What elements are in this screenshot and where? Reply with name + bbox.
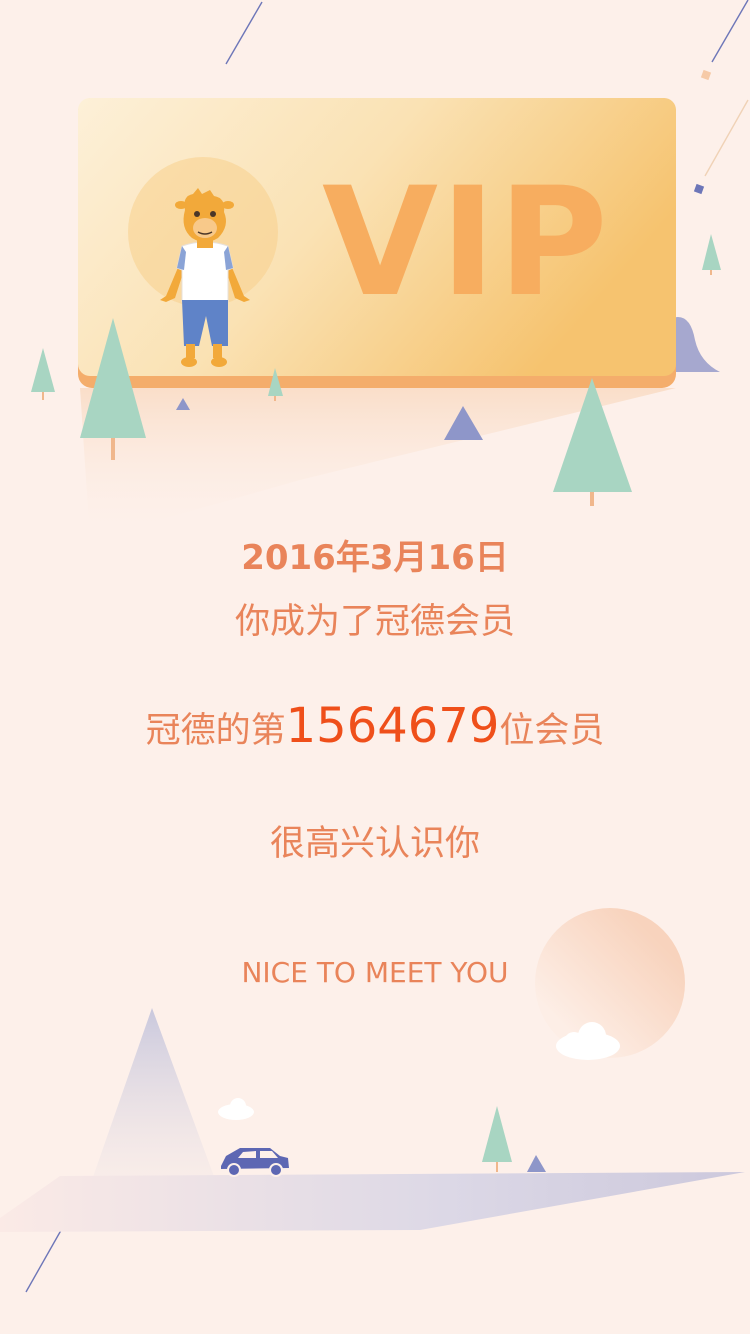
- became-member-text: 你成为了冠德会员: [234, 602, 515, 642]
- triangle-shape: [527, 1155, 546, 1172]
- car-icon: [221, 1148, 289, 1177]
- pine-tree-icon: [482, 1106, 512, 1172]
- rank-prefix: 冠德的第: [145, 711, 286, 751]
- ground-strip: [0, 1172, 745, 1232]
- vip-badge-text: VIP: [322, 156, 610, 330]
- membership-date: 2016年3月16日: [241, 538, 509, 578]
- greeting-text: 很高兴认识你: [269, 824, 480, 864]
- pine-tree-icon: [31, 348, 55, 400]
- member-rank-number: 1564679: [285, 698, 500, 754]
- pine-tree-icon: [702, 234, 721, 275]
- rank-suffix: 位会员: [499, 711, 605, 751]
- member-rank-line: 冠德的第1564679位会员: [0, 700, 750, 757]
- greeting-english: NICE TO MEET YOU: [241, 956, 509, 989]
- cloud-icon: [218, 1098, 254, 1120]
